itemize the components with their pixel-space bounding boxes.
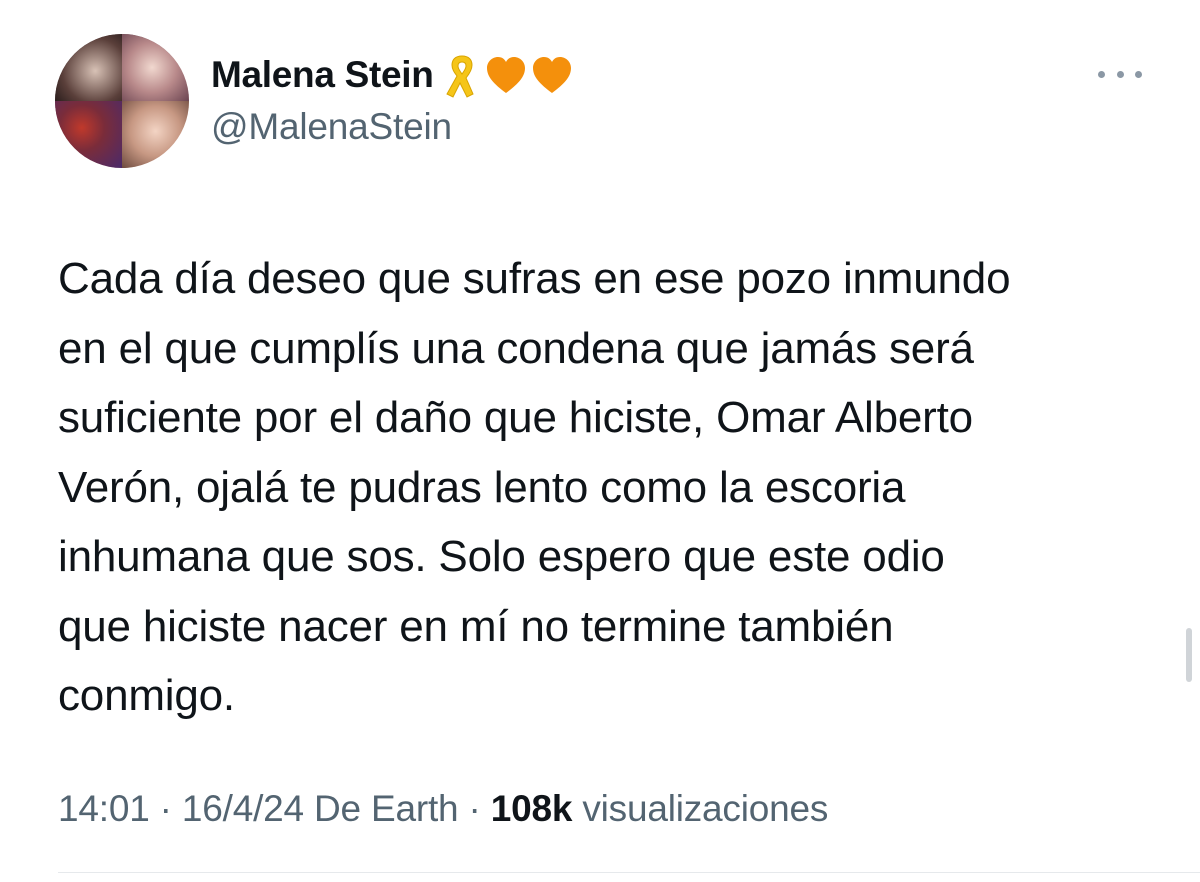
tweet-time[interactable]: 14:01 xyxy=(58,788,150,829)
display-name[interactable]: Malena Stein xyxy=(211,54,434,96)
orange-heart-icon xyxy=(530,53,574,97)
yellow-ribbon-icon xyxy=(442,50,482,100)
views-count[interactable]: 108k xyxy=(491,788,573,829)
views-spacer xyxy=(572,788,582,829)
views-label[interactable]: visualizaciones xyxy=(582,788,828,829)
location-prefix: De xyxy=(303,788,371,829)
meta-separator: · xyxy=(458,788,491,829)
tweet-location: Earth xyxy=(371,788,459,829)
orange-heart-icon xyxy=(484,53,528,97)
meta-separator: · xyxy=(149,788,182,829)
scrollbar[interactable] xyxy=(1186,628,1192,682)
divider xyxy=(58,872,1200,873)
author-handle[interactable]: @MalenaStein xyxy=(211,106,452,148)
name-emojis xyxy=(442,50,574,100)
author-name-row: Malena Stein xyxy=(211,48,574,102)
avatar[interactable] xyxy=(55,34,189,168)
tweet-card: Malena Stein @MalenaStein Cada día deseo xyxy=(0,0,1200,882)
tweet-date[interactable]: 16/4/24 xyxy=(182,788,304,829)
more-options-icon[interactable] xyxy=(1098,60,1142,88)
tweet-meta: 14:01 · 16/4/24 De Earth · 108k visualiz… xyxy=(58,788,828,830)
tweet-text: Cada día deseo que sufras en ese pozo in… xyxy=(58,254,1011,720)
